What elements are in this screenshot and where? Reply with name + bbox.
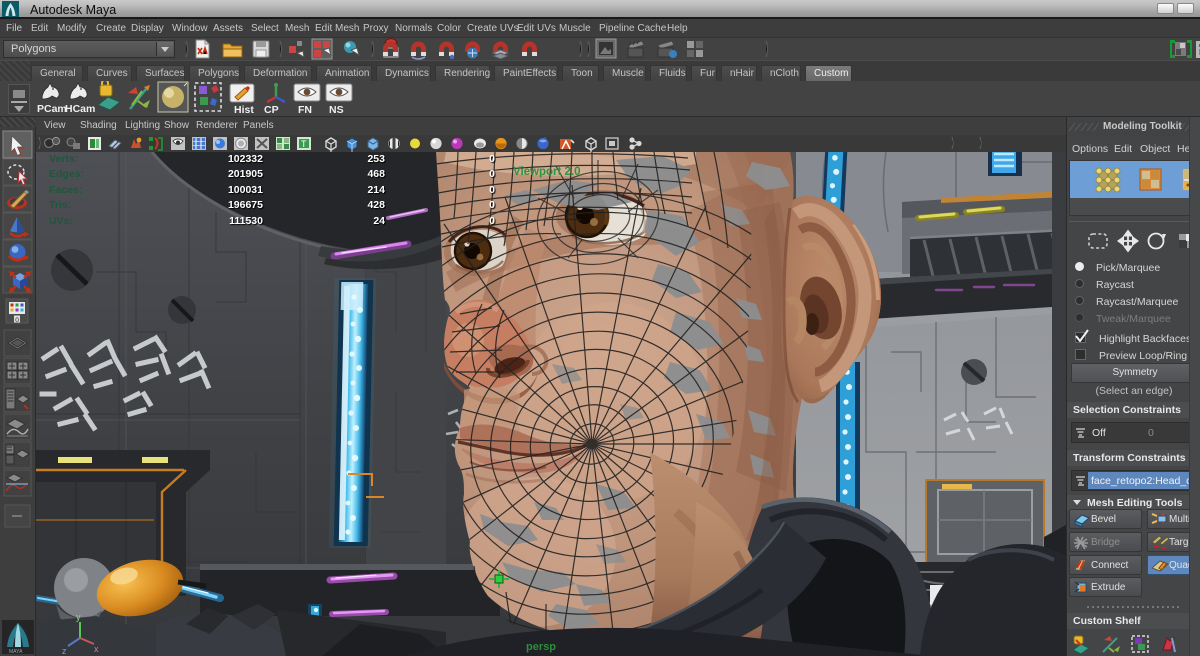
svg-text:NS: NS [329, 104, 344, 116]
svg-text:T: T [301, 139, 307, 149]
svg-text:HCam: HCam [65, 103, 95, 115]
svg-text:0: 0 [15, 317, 19, 324]
svg-text:MAYA: MAYA [9, 649, 23, 655]
svg-text:CP: CP [264, 104, 279, 116]
svg-text:FN: FN [298, 104, 312, 116]
svg-text:z: z [62, 646, 67, 656]
svg-text:y: y [76, 612, 81, 622]
svg-text:x: x [94, 644, 99, 654]
svg-text:PCam: PCam [37, 103, 67, 115]
svg-text:persp: persp [526, 641, 556, 653]
svg-text:Viewport 2.0: Viewport 2.0 [513, 166, 581, 178]
svg-text:Hist: Hist [234, 104, 254, 116]
